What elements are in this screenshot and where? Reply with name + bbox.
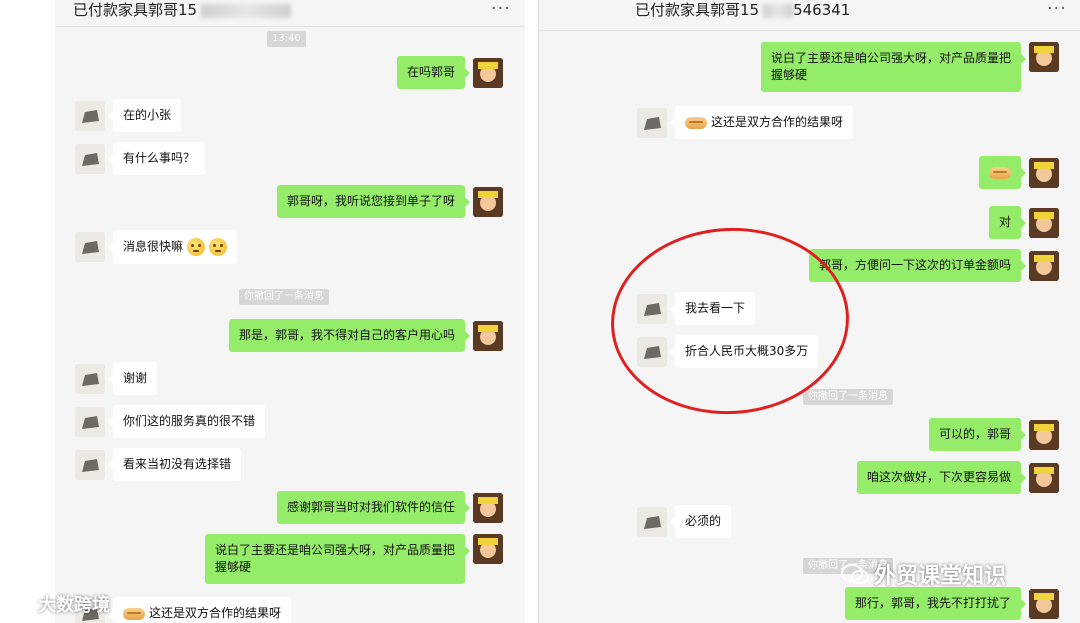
header-divider (55, 26, 525, 27)
wechat-logo-icon (840, 562, 870, 592)
sent-bubble[interactable]: 咱这次做好，下次更容易做 (856, 461, 1027, 494)
sent-bubble[interactable]: 那是，郭哥，我不得对自己的客户用心吗 (228, 319, 471, 352)
my-avatar[interactable] (473, 320, 503, 351)
received-bubble[interactable]: 在的小张 (107, 99, 182, 132)
contact-avatar[interactable] (75, 449, 105, 480)
received-bubble[interactable]: 消息很快嘛 (107, 230, 238, 264)
my-avatar[interactable] (1029, 157, 1059, 188)
message-row: 消息很快嘛 (75, 230, 238, 264)
my-avatar[interactable] (1029, 42, 1059, 72)
watermark-right-text: 外贸课堂知识 (874, 564, 1007, 589)
sent-bubble[interactable]: 在吗郭哥 (396, 56, 471, 89)
header-divider (539, 30, 1080, 31)
message-row: 可以的，郭哥 (928, 418, 1059, 451)
my-avatar[interactable] (1029, 462, 1059, 493)
sent-bubble[interactable] (979, 156, 1026, 189)
thinking-emoji-icon (187, 238, 206, 256)
received-bubble[interactable]: 这还是双方合作的结果呀 (669, 106, 854, 139)
my-avatar[interactable] (1029, 588, 1059, 619)
contact-avatar[interactable] (637, 506, 667, 537)
sent-bubble[interactable]: 对 (988, 206, 1027, 239)
recall-notice: 你撤回了一条消息 (803, 389, 893, 405)
thinking-emoji-icon (209, 238, 228, 256)
handshake-icon (685, 116, 707, 129)
received-bubble[interactable]: 你们这的服务真的很不错 (107, 405, 266, 438)
contact-avatar[interactable] (637, 107, 667, 138)
message-row: 必须的 (637, 505, 732, 538)
chat-title-text: 已付款家具郭哥15 (73, 1, 198, 19)
message-row: 感谢郭哥当时对我们软件的信任 (276, 491, 503, 524)
received-bubble[interactable]: 必须的 (669, 505, 732, 538)
message-row: 这还是双方合作的结果呀 (637, 106, 854, 139)
message-text: 这还是双方合作的结果呀 (149, 606, 282, 620)
left-margin (0, 0, 55, 623)
watermark-right: 外贸课堂知识 (840, 558, 1006, 592)
chat-title-text: 已付款家具郭哥15 (635, 1, 760, 19)
my-avatar[interactable] (1029, 419, 1059, 450)
message-row: 郭哥，方便问一下这次的订单金额吗 (808, 249, 1059, 282)
blurred-phone (201, 3, 292, 18)
more-options-icon[interactable]: ··· (491, 0, 511, 22)
recall-notice: 你撤回了一条消息 (239, 289, 329, 305)
timestamp: 13:40 (267, 31, 306, 47)
contact-avatar[interactable] (75, 143, 105, 174)
watermark-logo-icon (8, 594, 34, 619)
sent-bubble[interactable]: 说白了主要还是咱公司强大呀，对产品质量把握够硬 (205, 534, 470, 584)
more-options-icon[interactable]: ··· (1047, 0, 1067, 22)
message-row: 你们这的服务真的很不错 (75, 405, 266, 438)
message-row (979, 156, 1059, 189)
window-gap (525, 0, 538, 623)
message-text: 这还是双方合作的结果呀 (711, 115, 844, 129)
sent-bubble[interactable]: 感谢郭哥当时对我们软件的信任 (276, 491, 471, 524)
message-row: 说白了主要还是咱公司强大呀，对产品质量把握够硬 (205, 534, 503, 584)
received-bubble[interactable]: 有什么事吗？ (107, 142, 206, 175)
watermark-left: 大数跨境 (8, 591, 110, 619)
message-row: 那是，郭哥，我不得对自己的客户用心吗 (228, 319, 503, 352)
message-row: 在的小张 (75, 99, 182, 132)
chat-title: 已付款家具郭哥15 546341 (635, 0, 850, 24)
message-row: 郭哥呀，我听说您接到单子了呀 (276, 185, 503, 218)
sent-bubble[interactable]: 说白了主要还是咱公司强大呀，对产品质量把握够硬 (761, 42, 1026, 92)
sent-bubble[interactable]: 可以的，郭哥 (928, 418, 1027, 451)
received-bubble[interactable]: 看来当初没有选择错 (107, 448, 242, 481)
sent-bubble[interactable]: 郭哥呀，我听说您接到单子了呀 (276, 185, 471, 218)
received-bubble[interactable]: 谢谢 (107, 362, 158, 395)
contact-avatar[interactable] (75, 100, 105, 131)
sent-bubble[interactable]: 郭哥，方便问一下这次的订单金额吗 (808, 249, 1027, 282)
message-row: 说白了主要还是咱公司强大呀，对产品质量把握够硬 (761, 42, 1059, 92)
received-bubble[interactable]: 这还是双方合作的结果呀 (107, 597, 292, 623)
message-row: 有什么事吗？ (75, 142, 206, 175)
chat-title-tail: 546341 (793, 1, 851, 19)
my-avatar[interactable] (473, 57, 503, 88)
my-avatar[interactable] (473, 492, 503, 523)
message-row: 咱这次做好，下次更容易做 (856, 461, 1059, 494)
handshake-icon (989, 166, 1011, 179)
contact-avatar[interactable] (75, 232, 105, 262)
handshake-icon (123, 607, 145, 620)
blurred-phone (763, 3, 794, 18)
my-avatar[interactable] (473, 534, 503, 564)
message-row: 看来当初没有选择错 (75, 448, 242, 481)
my-avatar[interactable] (1029, 207, 1059, 238)
message-row: 对 (988, 206, 1059, 239)
message-text: 消息很快嘛 (123, 239, 184, 254)
my-avatar[interactable] (1029, 250, 1059, 281)
message-row: 谢谢 (75, 362, 158, 395)
message-row: 在吗郭哥 (396, 56, 503, 89)
watermark-left-text: 大数跨境 (38, 595, 110, 616)
contact-avatar[interactable] (75, 363, 105, 394)
chat-title: 已付款家具郭哥15 (73, 0, 292, 24)
contact-avatar[interactable] (75, 406, 105, 437)
left-chat-window: 已付款家具郭哥15 ··· 13:40 在吗郭哥 在的小张 有什么事吗？ 郭哥呀… (55, 0, 525, 623)
my-avatar[interactable] (473, 186, 503, 217)
